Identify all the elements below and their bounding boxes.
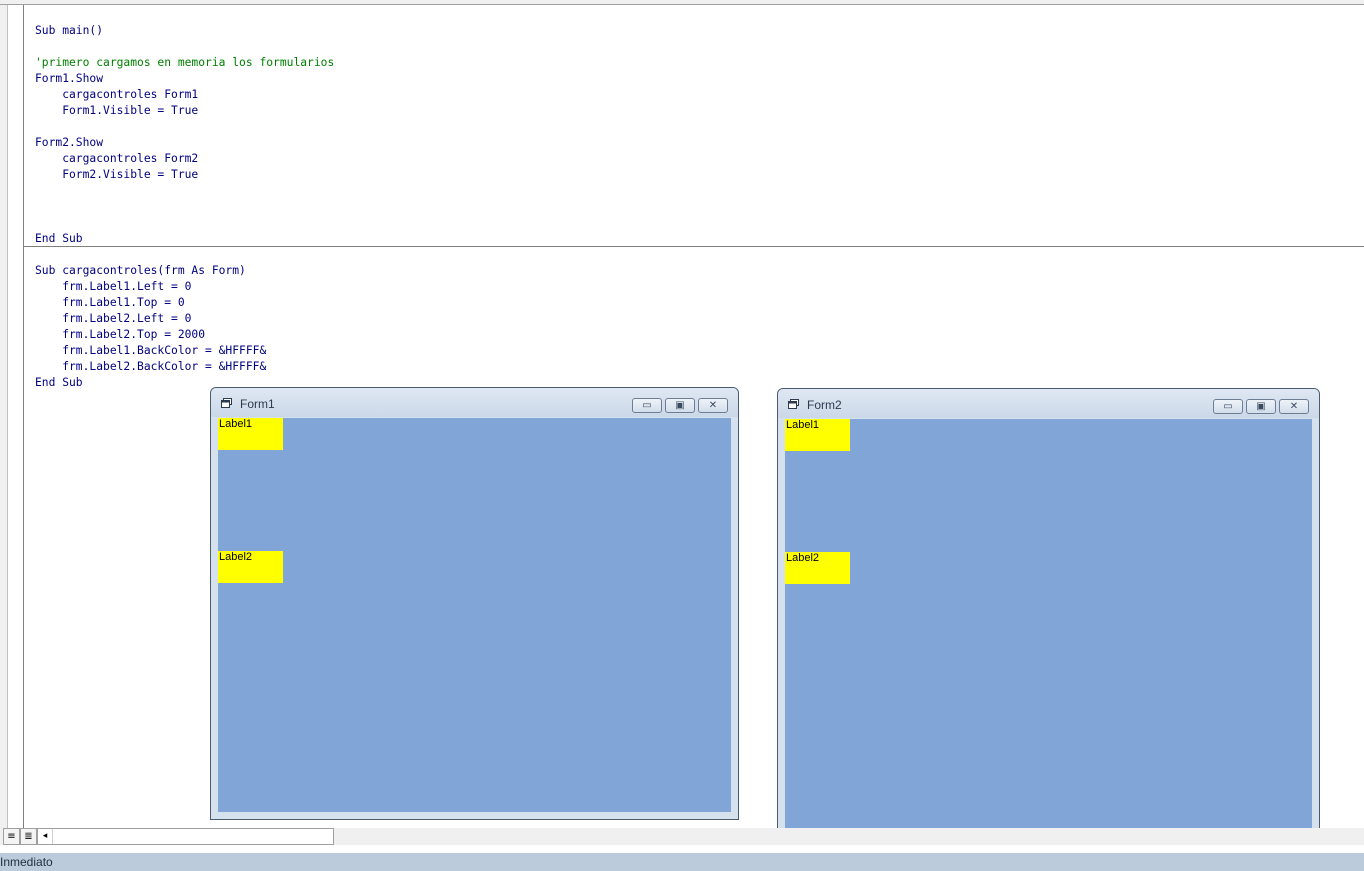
form2-window[interactable]: Form2 ▭ ▣ ✕ Label1 Label2 xyxy=(777,388,1320,844)
margin-line xyxy=(23,5,24,828)
code-line[interactable] xyxy=(35,183,1355,199)
code-line[interactable]: frm.Label1.Top = 0 xyxy=(35,295,1355,311)
form2-client-area[interactable]: Label1 Label2 xyxy=(785,419,1312,836)
procedure-view-icon: ≡ xyxy=(7,831,16,842)
top-strip xyxy=(0,0,1364,5)
maximize-icon: ▣ xyxy=(1256,401,1266,412)
code-line[interactable]: Sub main() xyxy=(35,23,1355,39)
form1-client-area[interactable]: Label1 Label2 xyxy=(218,418,731,812)
maximize-button[interactable]: ▣ xyxy=(1246,399,1276,414)
code-line[interactable] xyxy=(35,39,1355,55)
maximize-icon: ▣ xyxy=(675,400,685,411)
minimize-button[interactable]: ▭ xyxy=(632,398,662,413)
code-line[interactable] xyxy=(35,119,1355,135)
form2-title: Form2 xyxy=(807,398,842,412)
code-line[interactable]: frm.Label2.Top = 2000 xyxy=(35,327,1355,343)
form2-label1[interactable]: Label1 xyxy=(785,419,850,451)
code-line[interactable]: End Sub xyxy=(35,231,1355,247)
close-button[interactable]: ✕ xyxy=(698,398,728,413)
code-line[interactable]: Form1.Show xyxy=(35,71,1355,87)
maximize-button[interactable]: ▣ xyxy=(665,398,695,413)
form1-label2[interactable]: Label2 xyxy=(218,551,283,583)
scroll-left-icon: ◂ xyxy=(42,831,48,841)
close-button[interactable]: ✕ xyxy=(1279,399,1309,414)
procedure-cargacontroles[interactable]: Sub cargacontroles(frm As Form) frm.Labe… xyxy=(35,263,1355,391)
window-edge xyxy=(0,5,8,828)
form1-titlebar[interactable]: Form1 ▭ ▣ ✕ xyxy=(211,388,738,417)
form-icon xyxy=(788,399,799,409)
immediate-window-title[interactable]: Inmediato xyxy=(0,853,1364,871)
close-icon: ✕ xyxy=(708,400,718,411)
code-line[interactable]: frm.Label1.BackColor = &HFFFF& xyxy=(35,343,1355,359)
minimize-icon: ▭ xyxy=(1223,401,1233,412)
code-line[interactable]: cargacontroles Form2 xyxy=(35,151,1355,167)
procedure-separator xyxy=(23,246,1364,247)
form1-label1[interactable]: Label1 xyxy=(218,418,283,450)
code-line[interactable]: frm.Label2.BackColor = &HFFFF& xyxy=(35,359,1355,375)
form2-label2[interactable]: Label2 xyxy=(785,552,850,584)
full-module-view-icon: ≣ xyxy=(24,831,33,842)
immediate-window-label: Inmediato xyxy=(0,855,53,869)
form-icon xyxy=(221,398,232,408)
code-line[interactable]: Form1.Visible = True xyxy=(35,103,1355,119)
code-comment-line[interactable]: 'primero cargamos en memoria los formula… xyxy=(35,55,1355,71)
code-line[interactable] xyxy=(35,199,1355,215)
code-line[interactable]: Sub cargacontroles(frm As Form) xyxy=(35,263,1355,279)
close-icon: ✕ xyxy=(1289,401,1299,412)
full-module-view-button[interactable]: ≣ xyxy=(20,828,37,845)
horizontal-scrollbar[interactable]: ◂ xyxy=(37,828,334,845)
minimize-button[interactable]: ▭ xyxy=(1213,399,1243,414)
code-line[interactable] xyxy=(35,215,1355,231)
form2-titlebar[interactable]: Form2 ▭ ▣ ✕ xyxy=(778,389,1319,418)
form1-title: Form1 xyxy=(240,397,275,411)
scroll-left-button[interactable]: ◂ xyxy=(38,829,53,844)
procedure-view-button[interactable]: ≡ xyxy=(3,828,20,845)
code-line[interactable]: Form2.Show xyxy=(35,135,1355,151)
code-line[interactable]: frm.Label1.Left = 0 xyxy=(35,279,1355,295)
code-line[interactable]: cargacontroles Form1 xyxy=(35,87,1355,103)
breakpoint-gutter[interactable] xyxy=(8,5,22,828)
form1-window[interactable]: Form1 ▭ ▣ ✕ Label1 Label2 xyxy=(210,387,739,820)
code-line[interactable]: Form2.Visible = True xyxy=(35,167,1355,183)
procedure-main[interactable]: Sub main() 'primero cargamos en memoria l… xyxy=(35,23,1355,247)
code-line[interactable]: frm.Label2.Left = 0 xyxy=(35,311,1355,327)
minimize-icon: ▭ xyxy=(642,400,652,411)
code-window-bottom-bar: ≡ ≣ ◂ xyxy=(0,828,1364,845)
